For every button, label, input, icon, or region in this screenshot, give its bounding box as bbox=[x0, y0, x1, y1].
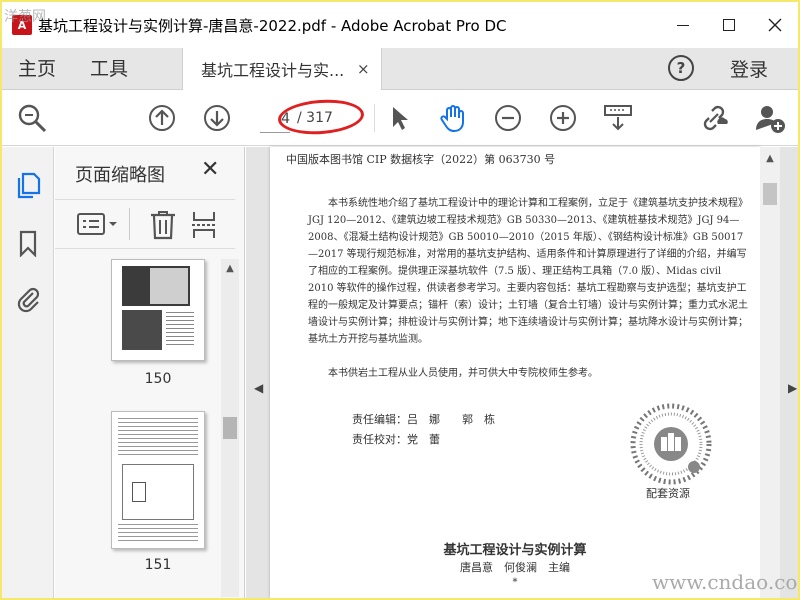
trash-icon[interactable] bbox=[150, 210, 176, 244]
site-watermark: www.cndao.com bbox=[652, 570, 798, 594]
zoom-out-icon[interactable] bbox=[492, 102, 524, 134]
proofreader-credit: 责任校对：党 蕾 bbox=[352, 433, 440, 446]
thumbnail-scrollbar[interactable]: ▲ bbox=[221, 259, 239, 597]
zoom-search-icon[interactable] bbox=[16, 102, 48, 134]
audience-paragraph: 本书供岩土工程从业人员使用，并可供大中专院校师生参考。 bbox=[328, 368, 598, 379]
panel-title: 页面缩略图 bbox=[75, 165, 165, 186]
panel-toolbar bbox=[55, 199, 235, 249]
thumbnail-text-lines bbox=[118, 418, 198, 458]
page-up-icon[interactable] bbox=[146, 102, 178, 134]
toolbar-divider bbox=[374, 104, 375, 132]
login-button[interactable]: 登录 bbox=[730, 48, 768, 90]
description-paragraph: 本书系统性地介绍了基坑工程设计中的理论计算和工程案例，立足于《建筑基坑支护技术规… bbox=[308, 198, 748, 345]
main-toolbar: / 317 bbox=[2, 90, 798, 146]
title-bar: A 基坑工程设计与实例计算-唐昌意-2022.pdf - Adobe Acrob… bbox=[2, 2, 798, 48]
book-title: 基坑工程设计与实例计算 bbox=[443, 543, 587, 558]
add-user-icon[interactable] bbox=[754, 102, 786, 134]
bookmark-icon[interactable] bbox=[14, 229, 42, 258]
hand-tool-icon[interactable] bbox=[437, 102, 469, 134]
app-window: A 基坑工程设计与实例计算-唐昌意-2022.pdf - Adobe Acrob… bbox=[2, 2, 798, 598]
close-window-button[interactable] bbox=[752, 2, 798, 48]
maximize-button[interactable] bbox=[706, 2, 752, 48]
scroll-up-arrow-icon[interactable]: ▲ bbox=[761, 151, 779, 167]
panel-close-button[interactable]: ✕ bbox=[201, 157, 219, 182]
document-tab[interactable]: 基坑工程设计与实... × bbox=[182, 48, 382, 90]
tools-menu[interactable]: 工具 bbox=[90, 48, 128, 90]
page-thumbnail-150[interactable] bbox=[111, 259, 205, 361]
window-controls bbox=[660, 2, 798, 48]
menu-tab-bar: 主页 工具 基坑工程设计与实... × ? 登录 bbox=[2, 48, 798, 90]
panel-divider bbox=[129, 208, 130, 240]
scrollbar-thumb[interactable] bbox=[223, 417, 237, 439]
thumbnail-figure bbox=[150, 268, 188, 304]
scroll-up-arrow-icon[interactable]: ▲ bbox=[221, 261, 239, 277]
page-down-icon[interactable] bbox=[201, 102, 233, 134]
document-view: ◀ ▶ 中国版本图书馆 CIP 数据核字（2022）第 063730 号 本书系… bbox=[246, 147, 798, 598]
corner-watermark-logo: 洋葱网 bbox=[4, 9, 46, 25]
help-icon[interactable]: ? bbox=[668, 55, 694, 81]
close-icon bbox=[768, 18, 782, 32]
share-link-icon[interactable] bbox=[698, 102, 730, 134]
left-tool-rail bbox=[2, 147, 54, 598]
scrollbar-thumb[interactable] bbox=[763, 183, 777, 205]
thumbnail-panel: 页面缩略图 ✕ 150 151 ▲ bbox=[55, 147, 245, 598]
pdf-page: 中国版本图书馆 CIP 数据核字（2022）第 063730 号 本书系统性地介… bbox=[270, 147, 760, 598]
collapse-left-panel-icon[interactable]: ◀ bbox=[254, 381, 263, 395]
select-arrow-icon[interactable] bbox=[384, 102, 416, 134]
maximize-icon bbox=[723, 19, 735, 31]
page-input-underline bbox=[260, 132, 290, 133]
tab-close-button[interactable]: × bbox=[357, 60, 370, 78]
home-menu[interactable]: 主页 bbox=[18, 48, 56, 90]
minimize-button[interactable] bbox=[660, 2, 706, 48]
attachment-icon[interactable] bbox=[14, 285, 42, 313]
thumbnail-text-lines bbox=[166, 312, 194, 348]
document-tab-label: 基坑工程设计与实... bbox=[201, 61, 345, 80]
minimize-icon bbox=[677, 24, 689, 26]
window-title: 基坑工程设计与实例计算-唐昌意-2022.pdf - Adobe Acrobat… bbox=[38, 16, 507, 35]
page-thumbnail-151[interactable] bbox=[111, 411, 205, 549]
qr-code[interactable] bbox=[630, 403, 712, 485]
page-thumbnails-icon[interactable] bbox=[14, 171, 42, 199]
editor-credit: 责任编辑：吕 娜 郭 栋 bbox=[352, 413, 495, 426]
thumbnail-figure bbox=[132, 482, 146, 502]
extract-pages-icon[interactable] bbox=[192, 210, 216, 244]
keyboard-fit-icon[interactable] bbox=[602, 102, 634, 134]
expand-right-panel-icon[interactable]: ▶ bbox=[788, 381, 797, 395]
cip-record: 中国版本图书馆 CIP 数据核字（2022）第 063730 号 bbox=[286, 153, 556, 166]
thumbnail-text-lines bbox=[118, 524, 198, 544]
qr-caption: 配套资源 bbox=[646, 487, 690, 500]
zoom-in-icon[interactable] bbox=[547, 102, 579, 134]
thumbnail-figure bbox=[122, 310, 162, 350]
document-scrollbar[interactable]: ▲ bbox=[760, 147, 780, 598]
thumbnail-page-number: 151 bbox=[144, 557, 172, 573]
thumbnail-options-icon[interactable] bbox=[77, 212, 121, 242]
thumbnail-page-number: 150 bbox=[144, 371, 172, 387]
